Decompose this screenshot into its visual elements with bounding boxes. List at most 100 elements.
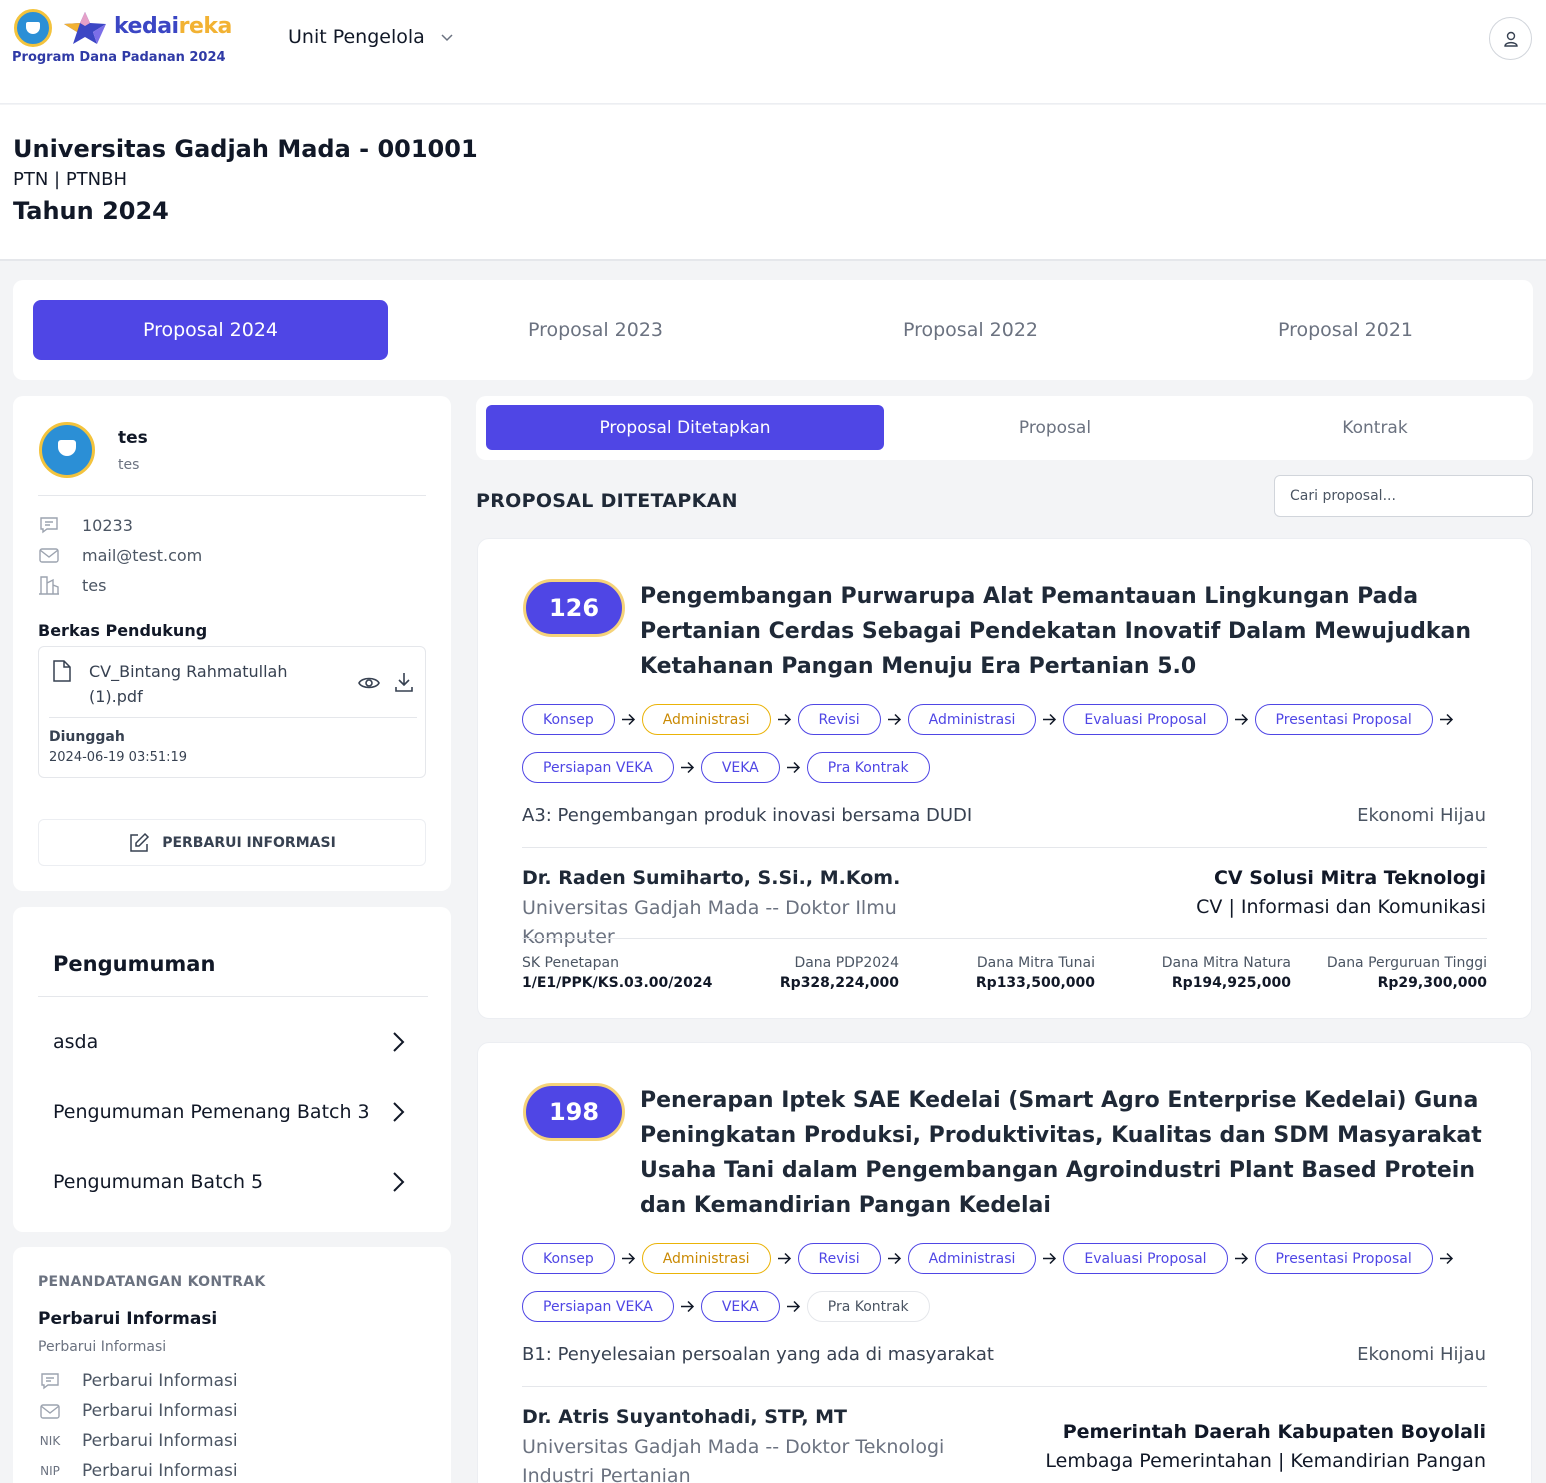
search-input[interactable] bbox=[1274, 475, 1533, 517]
tab-proposal-2023[interactable]: Proposal 2023 bbox=[418, 300, 773, 360]
profile-email-row: mail@test.com bbox=[38, 544, 202, 566]
proposal-category: A3: Pengembangan produk inovasi bersama … bbox=[522, 805, 973, 826]
berkas-title: Berkas Pendukung bbox=[38, 621, 208, 640]
step-evaluasi-proposal: Evaluasi Proposal bbox=[1063, 1243, 1228, 1274]
finance-value: Rp133,500,000 bbox=[975, 975, 1095, 991]
announcement-label: Pengumuman Batch 5 bbox=[53, 1171, 264, 1193]
proposal-subtabs: Proposal Ditetapkan Proposal Kontrak bbox=[476, 396, 1533, 460]
chat-icon bbox=[40, 517, 58, 534]
mail-icon bbox=[40, 1404, 60, 1419]
arrow-right-icon bbox=[780, 760, 807, 775]
step-evaluasi-proposal: Evaluasi Proposal bbox=[1063, 704, 1228, 735]
contract-title: Perbarui Informasi bbox=[38, 1309, 218, 1329]
proposal-number-badge: 198 bbox=[523, 1083, 625, 1141]
dana-mitra-natura: Dana Mitra Natura Rp194,925,000 bbox=[1162, 955, 1291, 991]
divider bbox=[38, 495, 426, 496]
institution-type: PTN | PTNBH bbox=[13, 169, 128, 190]
update-info-label: PERBARUI INFORMASI bbox=[162, 834, 336, 851]
dana-mitra-tunai: Dana Mitra Tunai Rp133,500,000 bbox=[976, 955, 1095, 991]
step-persiapan-veka: Persiapan VEKA bbox=[522, 1291, 674, 1322]
arrow-right-icon bbox=[881, 1251, 908, 1266]
top-navbar: kedaireka Program Dana Padanan 2024 Unit… bbox=[0, 0, 1546, 104]
arrow-right-icon bbox=[674, 1299, 701, 1314]
arrow-right-icon bbox=[771, 712, 798, 727]
finance-value: 1/E1/PPK/KS.03.00/2024 bbox=[522, 975, 713, 991]
step-pra-kontrak: Pra Kontrak bbox=[806, 752, 930, 783]
proposal-number-badge: 126 bbox=[523, 579, 625, 637]
announcement-item[interactable]: Pengumuman Batch 5 bbox=[53, 1162, 409, 1202]
contract-row-text: Perbarui Informasi bbox=[82, 1401, 238, 1421]
finance-label: SK Penetapan bbox=[522, 955, 619, 971]
edit-icon bbox=[130, 832, 150, 852]
contract-row: NIP Perbarui Informasi bbox=[38, 1460, 238, 1482]
step-veka: VEKA bbox=[700, 1291, 780, 1322]
mail-icon bbox=[39, 548, 59, 563]
proposal-field: Ekonomi Hijau bbox=[1357, 1344, 1486, 1365]
unit-pengelola-dropdown[interactable]: Unit Pengelola bbox=[288, 26, 455, 48]
arrow-right-icon bbox=[674, 760, 701, 775]
sk-penetapan: SK Penetapan 1/E1/PPK/KS.03.00/2024 bbox=[522, 955, 712, 991]
institution-logo bbox=[39, 422, 95, 478]
unit-menu-label: Unit Pengelola bbox=[288, 26, 425, 48]
ministry-seal-logo bbox=[14, 9, 52, 47]
institution-header: Universitas Gadjah Mada - 001001 PTN | P… bbox=[0, 105, 1546, 261]
finance-label: Dana Perguruan Tinggi bbox=[1326, 955, 1487, 971]
institution-year: Tahun 2024 bbox=[13, 197, 169, 225]
proposal-field: Ekonomi Hijau bbox=[1357, 805, 1486, 826]
proposal-steps: Konsep Administrasi Revisi Administrasi Eval… bbox=[522, 1243, 1502, 1322]
announcement-item[interactable]: asda bbox=[53, 1022, 409, 1062]
nip-label: NIP bbox=[40, 1464, 60, 1478]
eye-icon[interactable] bbox=[357, 671, 381, 695]
proposal-leader: Dr. Raden Sumiharto, S.Si., M.Kom. bbox=[522, 867, 901, 889]
update-info-button[interactable]: PERBARUI INFORMASI bbox=[38, 819, 426, 866]
building-icon bbox=[39, 576, 59, 595]
contract-heading: PENANDATANGAN KONTRAK bbox=[38, 1274, 266, 1290]
step-presentasi-proposal: Presentasi Proposal bbox=[1254, 1243, 1433, 1274]
brand-subtitle: Program Dana Padanan 2024 bbox=[12, 50, 226, 65]
tab-proposal[interactable]: Proposal bbox=[896, 405, 1214, 450]
step-persiapan-veka: Persiapan VEKA bbox=[522, 752, 674, 783]
proposal-title: Pengembangan Purwarupa Alat Pemantauan L… bbox=[640, 584, 1471, 679]
brand-name: kedaireka bbox=[114, 14, 232, 39]
year-tabs: Proposal 2024 Proposal 2023 Proposal 202… bbox=[13, 280, 1533, 380]
download-icon[interactable] bbox=[392, 670, 416, 694]
profile-card: tes tes 10233 mail@test.com tes Berkas P… bbox=[13, 396, 451, 891]
finance-value: Rp194,925,000 bbox=[1171, 975, 1291, 991]
contract-signing-card: PENANDATANGAN KONTRAK Perbarui Informasi… bbox=[13, 1247, 451, 1483]
tab-kontrak[interactable]: Kontrak bbox=[1216, 405, 1534, 450]
proposal-card[interactable]: 198 Penerapan Iptek SAE Kedelai (Smart A… bbox=[477, 1042, 1532, 1483]
tab-proposal-ditetapkan[interactable]: Proposal Ditetapkan bbox=[486, 405, 884, 450]
step-veka: VEKA bbox=[700, 752, 780, 783]
section-title: PROPOSAL DITETAPKAN bbox=[476, 490, 738, 512]
divider bbox=[49, 717, 417, 718]
profile-email: mail@test.com bbox=[82, 545, 203, 565]
announcement-label: Pengumuman Pemenang Batch 3 bbox=[53, 1101, 370, 1123]
nik-label: NIK bbox=[39, 1434, 61, 1448]
uploaded-date: 2024-06-19 03:51:19 bbox=[49, 750, 188, 765]
contract-row-text: Perbarui Informasi bbox=[82, 1371, 238, 1391]
profile-subtitle: tes bbox=[118, 457, 140, 473]
proposal-leader-affiliation: Universitas Gadjah Mada -- Doktor Ilmu K… bbox=[522, 897, 897, 948]
arrow-right-icon bbox=[1228, 1251, 1255, 1266]
tab-proposal-2024[interactable]: Proposal 2024 bbox=[33, 300, 388, 360]
announcement-item[interactable]: Pengumuman Pemenang Batch 3 bbox=[53, 1092, 409, 1132]
user-avatar-button[interactable] bbox=[1489, 17, 1532, 60]
contract-row: NIK Perbarui Informasi bbox=[38, 1430, 238, 1452]
proposal-steps: Konsep Administrasi Revisi Administrasi Eval… bbox=[522, 704, 1502, 783]
partner-type: Lembaga Pemerintahan | Kemandirian Panga… bbox=[1045, 1450, 1486, 1472]
profile-building: tes bbox=[82, 575, 107, 595]
contract-row: Perbarui Informasi bbox=[38, 1400, 238, 1422]
proposal-leader: Dr. Atris Suyantohadi, STP, MT bbox=[522, 1406, 848, 1428]
partner-type: CV | Informasi dan Komunikasi bbox=[1196, 896, 1486, 918]
announcement-label: asda bbox=[53, 1031, 99, 1053]
tab-proposal-2021[interactable]: Proposal 2021 bbox=[1168, 300, 1523, 360]
proposal-card[interactable]: 126 Pengembangan Purwarupa Alat Pemantau… bbox=[477, 538, 1532, 1019]
chevron-right-icon bbox=[393, 1172, 405, 1192]
step-administrasi: Administrasi bbox=[907, 1243, 1037, 1274]
tab-proposal-2022[interactable]: Proposal 2022 bbox=[793, 300, 1148, 360]
contract-row-text: Perbarui Informasi bbox=[82, 1461, 238, 1481]
divider bbox=[38, 996, 428, 997]
step-administrasi: Administrasi bbox=[907, 704, 1037, 735]
announcements-card: Pengumuman asda Pengumuman Pemenang Batc… bbox=[13, 907, 451, 1232]
chevron-down-icon bbox=[441, 34, 453, 42]
